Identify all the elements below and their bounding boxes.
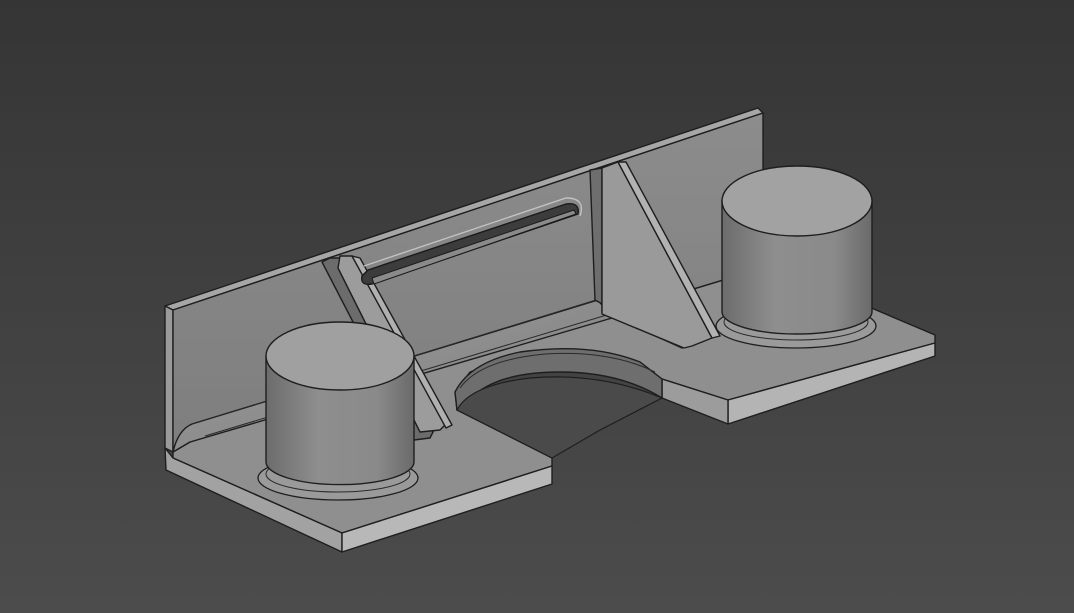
cad-part[interactable] (164, 107, 936, 553)
right-boss-top (721, 165, 873, 237)
wall-left-end-face (164, 305, 174, 453)
cad-model-canvas[interactable] (0, 0, 1074, 613)
3d-viewport[interactable] (0, 0, 1074, 613)
left-boss-top (265, 321, 415, 391)
